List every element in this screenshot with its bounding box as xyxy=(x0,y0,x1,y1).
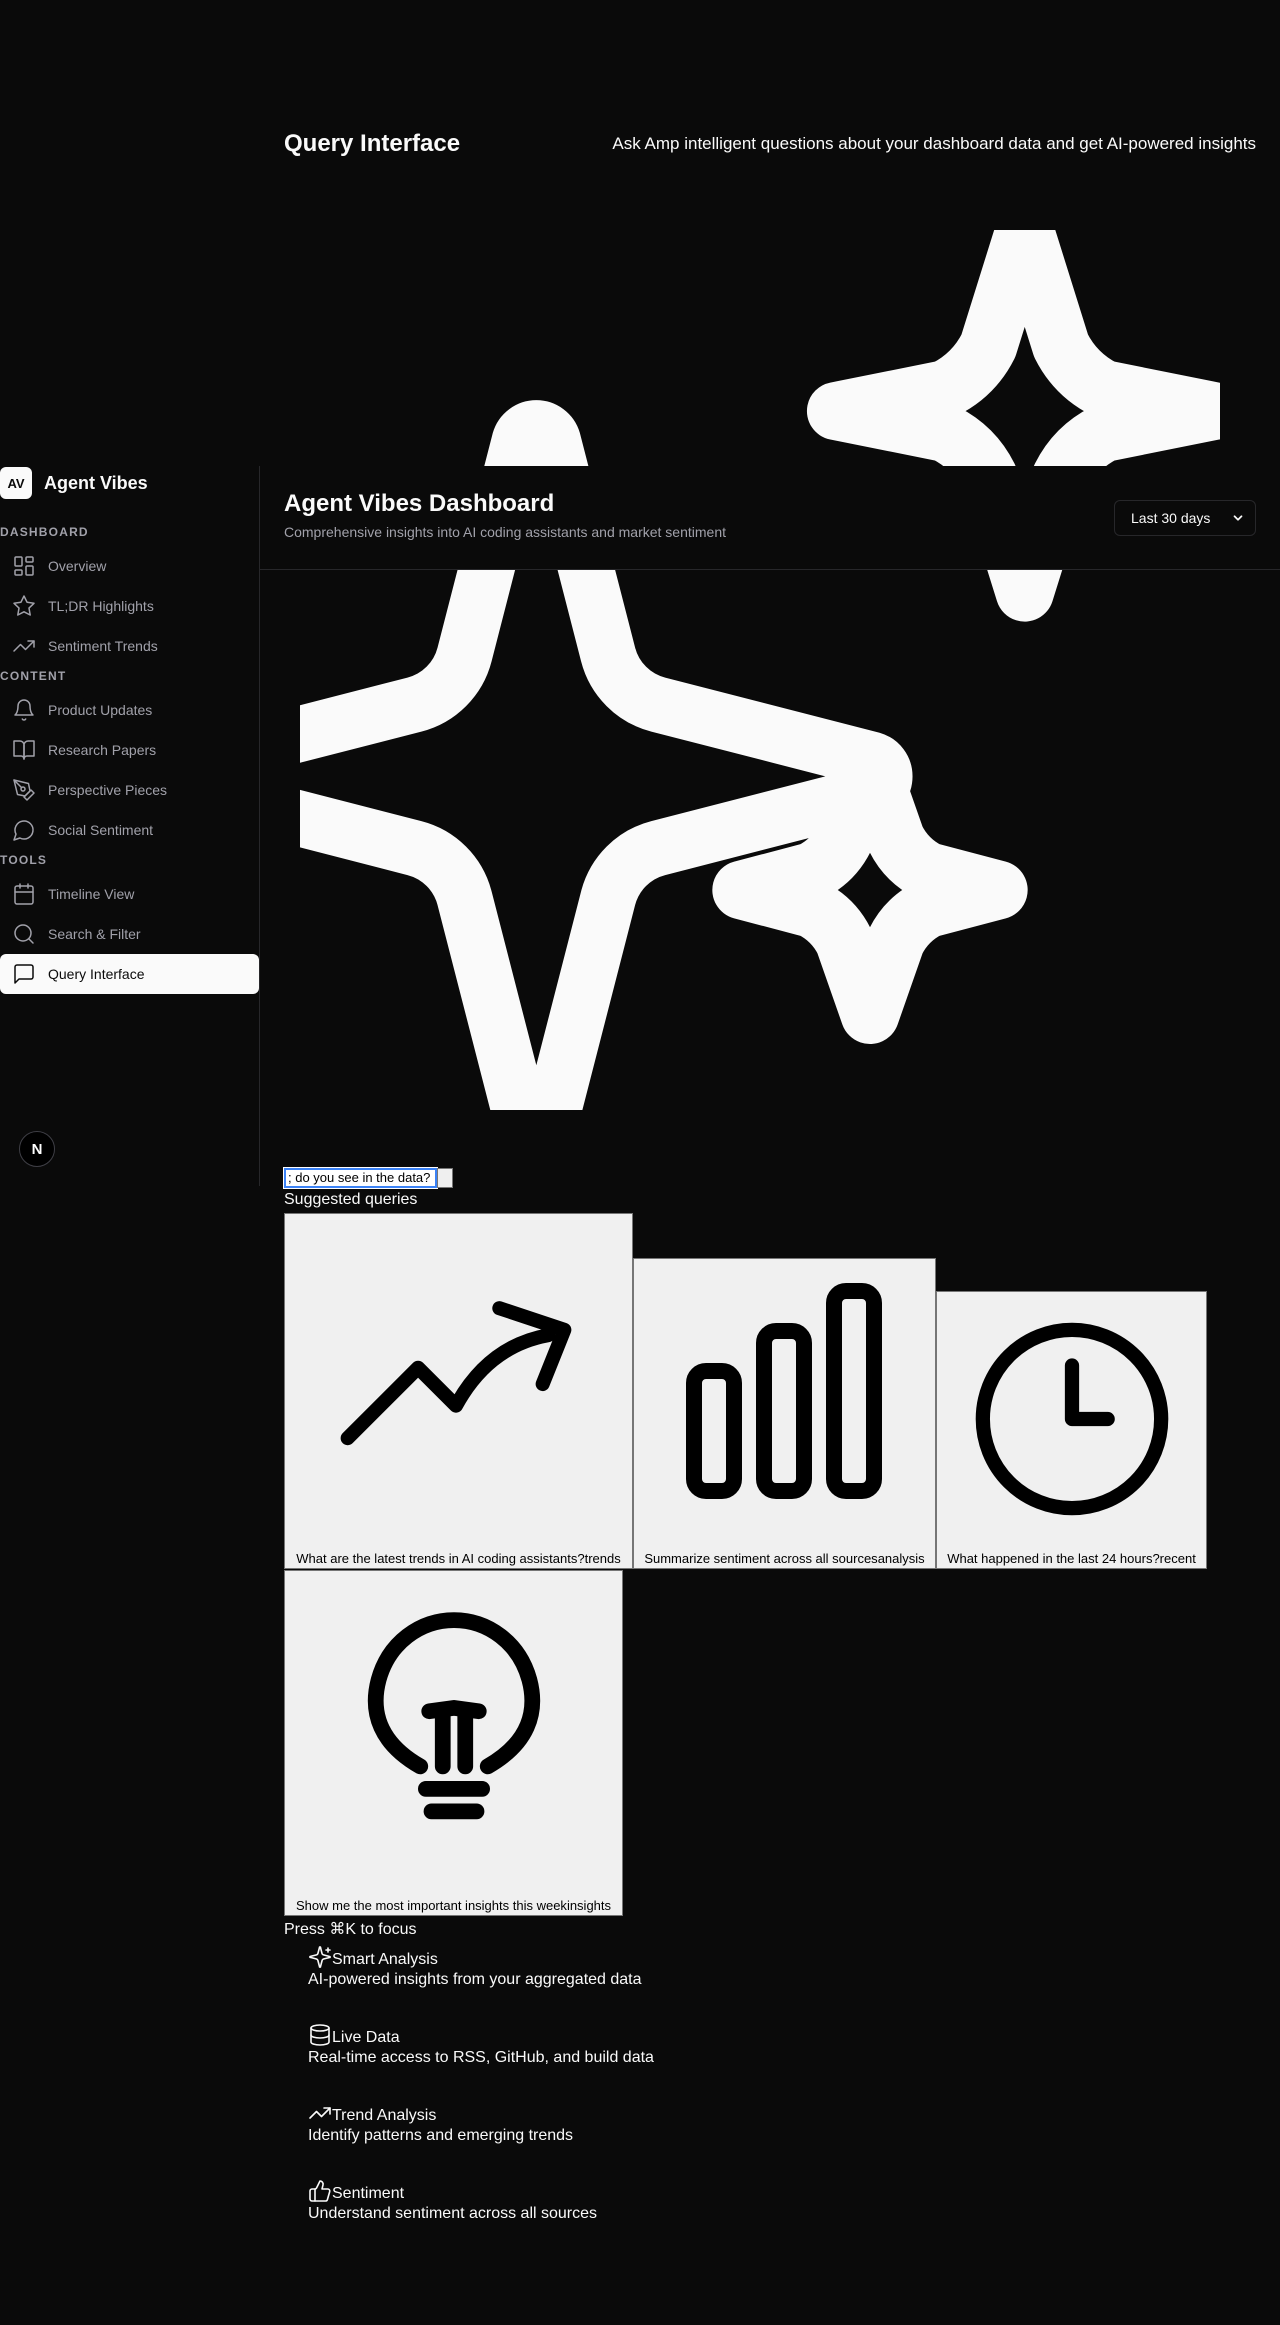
sidebar-item-perspective-pieces[interactable]: Perspective Pieces xyxy=(0,770,259,810)
suggestion-label: What happened in the last 24 hours?recen… xyxy=(947,1551,1196,1566)
next-dev-badge[interactable]: N xyxy=(19,1131,55,1167)
brand-logo: AV xyxy=(0,467,32,499)
feature-title: Trend Analysis xyxy=(332,2107,437,2124)
sidebar: AV Agent Vibes DASHBOARD Overview TL;DR … xyxy=(0,466,260,1186)
suggested-queries-label: Suggested queries xyxy=(284,1191,418,1208)
sidebar-item-label: Overview xyxy=(48,558,107,574)
sidebar-item-tldr-highlights[interactable]: TL;DR Highlights xyxy=(0,586,259,626)
sidebar-item-label: Query Interface xyxy=(48,966,145,982)
trending-up-icon xyxy=(309,2107,331,2119)
thumbs-up-icon xyxy=(309,2180,331,2202)
sidebar-item-product-updates[interactable]: Product Updates xyxy=(0,690,259,730)
date-range-value: Last 30 days xyxy=(1131,510,1211,526)
feature-trend-analysis: Trend Analysis Identify patterns and eme… xyxy=(308,2101,573,2145)
message-square-icon xyxy=(14,964,34,984)
suggestion-label: Summarize sentiment across all sourcesan… xyxy=(644,1551,925,1566)
suggestion-trends[interactable]: What are the latest trends in AI coding … xyxy=(284,1213,633,1569)
suggestion-recent[interactable]: What happened in the last 24 hours?recen… xyxy=(936,1291,1207,1569)
calendar-icon xyxy=(14,883,34,905)
suggestion-label: What are the latest trends in AI coding … xyxy=(296,1551,621,1566)
page-header: Query Interface Ask Amp intelligent ques… xyxy=(284,130,1256,158)
suggestion-insights[interactable]: Show me the most important insights this… xyxy=(284,1570,623,1916)
sidebar-item-label: Search & Filter xyxy=(48,926,141,942)
feature-title: Sentiment xyxy=(332,2185,405,2202)
feature-description: Identify patterns and emerging trends xyxy=(308,2127,574,2144)
sidebar-item-label: Perspective Pieces xyxy=(48,782,168,798)
feature-live-data: Live Data Real-time access to RSS, GitHu… xyxy=(308,2023,654,2067)
page-subtitle: Ask Amp intelligent questions about your… xyxy=(612,134,1256,153)
sidebar-item-timeline-view[interactable]: Timeline View xyxy=(0,874,259,914)
trending-up-icon xyxy=(340,1301,572,1446)
feature-smart-analysis: Smart Analysis AI-powered insights from … xyxy=(308,1945,642,1989)
layout-dashboard-icon xyxy=(14,556,34,576)
query-input[interactable]: ; do you see in the data? xyxy=(283,1167,438,1189)
feature-title: Live Data xyxy=(332,2029,400,2046)
suggestion-label: Show me the most important insights this… xyxy=(295,1898,612,1913)
sidebar-item-label: TL;DR Highlights xyxy=(48,598,154,614)
sidebar-item-label: Social Sentiment xyxy=(48,822,154,838)
sidebar-item-label: Sentiment Trends xyxy=(48,638,158,654)
sidebar-item-label: Product Updates xyxy=(48,702,153,718)
star-icon xyxy=(13,595,35,616)
sidebar-item-query-interface[interactable]: Query Interface xyxy=(0,954,259,994)
query-submit-button[interactable] xyxy=(437,1168,453,1188)
pen-tool-icon xyxy=(13,779,35,801)
sidebar-item-social-sentiment[interactable]: Social Sentiment xyxy=(0,810,259,850)
sparkles-icon xyxy=(309,1946,331,1968)
sidebar-item-overview[interactable]: Overview xyxy=(0,546,259,586)
nav-group-tools: TOOLS xyxy=(0,853,48,867)
sparkles-icon xyxy=(300,230,1220,1110)
bar-chart-icon xyxy=(686,1283,882,1499)
brand[interactable]: AV Agent Vibes xyxy=(0,466,259,500)
focus-hint: Press ⌘K to focus xyxy=(284,1921,417,1938)
suggestion-analysis[interactable]: Summarize sentiment across all sourcesan… xyxy=(633,1258,936,1569)
feature-title: Smart Analysis xyxy=(332,1951,438,1968)
dashboard-title: Agent Vibes Dashboard xyxy=(284,490,555,517)
sidebar-item-research-papers[interactable]: Research Papers xyxy=(0,730,259,770)
chevron-down-icon xyxy=(1233,515,1243,521)
sidebar-item-search-filter[interactable]: Search & Filter xyxy=(0,914,259,954)
clock-icon xyxy=(975,1322,1169,1516)
book-open-icon xyxy=(13,740,35,760)
nav-group-content: CONTENT xyxy=(0,669,67,683)
brand-name: Agent Vibes xyxy=(44,472,148,493)
sidebar-item-sentiment-trends[interactable]: Sentiment Trends xyxy=(0,626,259,666)
feature-description: Real-time access to RSS, GitHub, and bui… xyxy=(308,2049,654,2066)
dashboard-subtitle: Comprehensive insights into AI coding as… xyxy=(284,524,727,540)
nav-group-dashboard: DASHBOARD xyxy=(0,525,89,539)
sidebar-item-label: Timeline View xyxy=(48,886,135,902)
feature-sentiment: Sentiment Understand sentiment across al… xyxy=(308,2179,597,2223)
top-bar: Agent Vibes Dashboard Comprehensive insi… xyxy=(260,466,1280,570)
bell-icon xyxy=(14,699,34,721)
message-circle-icon xyxy=(13,820,34,841)
query-form: ; do you see in the data? xyxy=(283,1167,453,1189)
database-icon xyxy=(310,2024,330,2046)
lightbulb-icon xyxy=(367,1612,541,1820)
feature-description: AI-powered insights from your aggregated… xyxy=(308,1971,642,1988)
search-icon xyxy=(14,924,34,944)
feature-description: Understand sentiment across all sources xyxy=(308,2205,598,2222)
page-title: Query Interface xyxy=(284,130,461,157)
sidebar-item-label: Research Papers xyxy=(48,742,157,758)
date-range-select[interactable]: Last 30 days xyxy=(1114,500,1256,536)
trending-up-icon xyxy=(13,640,35,652)
